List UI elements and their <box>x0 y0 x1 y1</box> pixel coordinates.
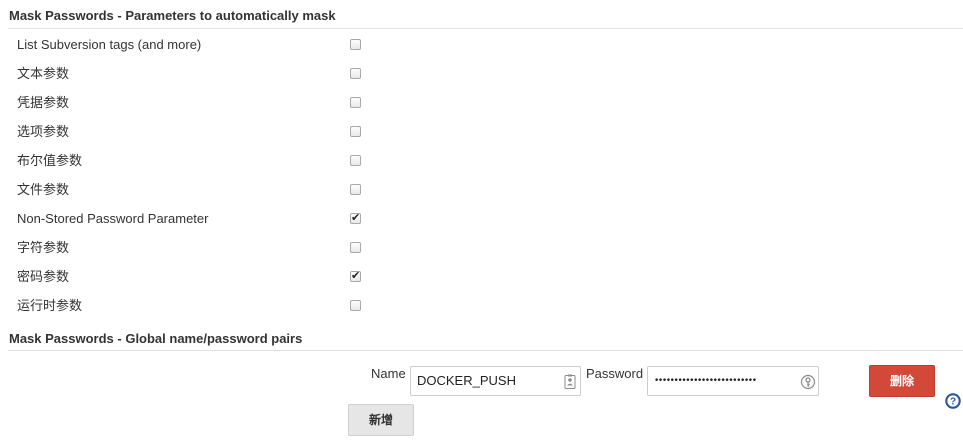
param-label: 字符参数 <box>17 240 70 255</box>
param-label: 布尔值参数 <box>17 153 83 168</box>
param-label: Non-Stored Password Parameter <box>17 211 209 226</box>
pairs-section-title: Mask Passwords - Global name/password pa… <box>8 329 963 351</box>
param-row: 文本参数 <box>17 59 377 88</box>
password-input[interactable]: •••••••••••••••••••••••••• <box>647 366 819 396</box>
param-label: 选项参数 <box>17 124 70 139</box>
param-row: Non-Stored Password Parameter ✔ <box>17 204 377 233</box>
param-checkbox[interactable] <box>350 242 361 253</box>
key-icon <box>800 374 816 390</box>
name-input[interactable]: DOCKER_PUSH <box>410 366 581 396</box>
param-row: 字符参数 <box>17 233 377 262</box>
help-icon[interactable]: ? <box>945 393 961 409</box>
param-row: 凭据参数 <box>17 88 377 117</box>
param-row: 密码参数 ✔ <box>17 262 377 291</box>
param-label: 密码参数 <box>17 269 70 284</box>
param-label: List Subversion tags (and more) <box>17 37 202 52</box>
params-section-title: Mask Passwords - Parameters to automatic… <box>8 6 963 29</box>
param-row: 运行时参数 <box>17 291 377 320</box>
param-label: 文本参数 <box>17 66 70 81</box>
add-button[interactable]: 新增 <box>348 404 414 436</box>
password-label: Password <box>586 366 644 381</box>
svg-text:?: ? <box>950 397 956 408</box>
param-checkbox[interactable] <box>350 184 361 195</box>
param-checkbox[interactable] <box>350 39 361 50</box>
param-checkbox[interactable] <box>350 97 361 108</box>
param-row: 文件参数 <box>17 175 377 204</box>
param-row: 选项参数 <box>17 117 377 146</box>
param-checkbox[interactable] <box>350 68 361 79</box>
param-row: List Subversion tags (and more) <box>17 30 377 59</box>
checkmark-icon: ✔ <box>351 211 361 224</box>
name-label: Name <box>371 366 406 381</box>
name-input-value: DOCKER_PUSH <box>417 373 516 388</box>
checkmark-icon: ✔ <box>351 269 361 282</box>
param-checkbox[interactable]: ✔ <box>350 269 361 282</box>
param-checkbox[interactable]: ✔ <box>350 211 361 224</box>
param-checkbox[interactable] <box>350 300 361 311</box>
param-label: 文件参数 <box>17 182 70 197</box>
delete-button[interactable]: 删除 <box>869 365 935 397</box>
param-checkbox[interactable] <box>350 126 361 137</box>
param-checkbox[interactable] <box>350 155 361 166</box>
contact-card-icon <box>562 374 578 390</box>
param-label: 运行时参数 <box>17 298 83 313</box>
password-mask: •••••••••••••••••••••••••• <box>654 376 757 386</box>
param-row: 布尔值参数 <box>17 146 377 175</box>
param-label: 凭据参数 <box>17 95 70 110</box>
